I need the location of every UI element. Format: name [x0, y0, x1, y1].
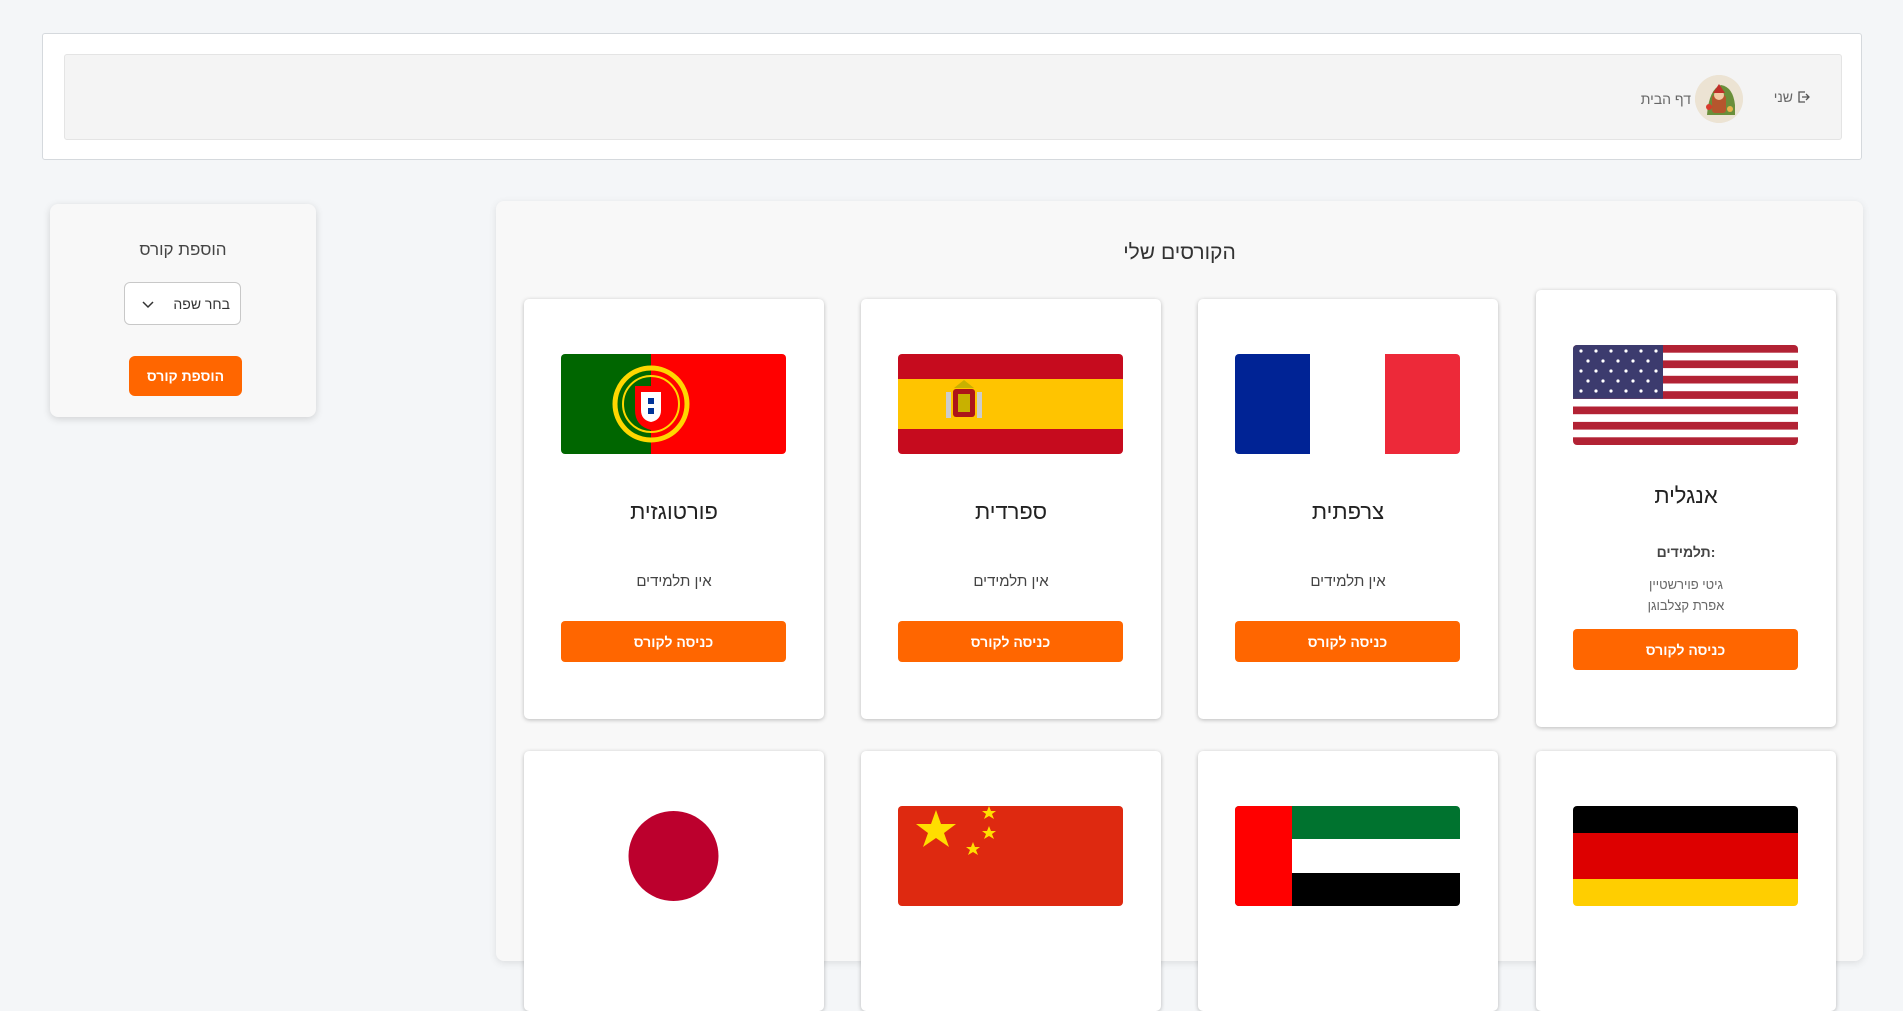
- course-card-spanish: ספרדית אין תלמידים כניסה לקורס: [861, 299, 1161, 719]
- course-card-french: צרפתית אין תלמידים כניסה לקורס: [1198, 299, 1498, 719]
- add-course-title: הוספת קורס: [139, 240, 227, 259]
- navbar-inner: שני דף הבית: [64, 54, 1842, 140]
- course-name: צרפתית: [1311, 499, 1385, 524]
- course-card-uae: [1198, 751, 1498, 1011]
- course-card-japan: [524, 751, 824, 1011]
- add-course-button[interactable]: הוספת קורס: [129, 356, 242, 396]
- student-name: גיטי פוירשטיין: [1648, 577, 1724, 592]
- no-students-text: אין תלמידים: [973, 573, 1049, 590]
- germany-flag-icon: [1573, 806, 1798, 906]
- china-flag-icon: [898, 806, 1123, 906]
- logout-label: שני: [1773, 89, 1793, 105]
- course-card-portuguese: פורטוגזית אין תלמידים כניסה לקורס: [524, 299, 824, 719]
- my-courses-panel: הקורסים שלי אנגלית תלמידים: גיטי פוירשטי…: [496, 201, 1863, 1011]
- student-name: אפרת קצלבוגן: [1647, 598, 1725, 613]
- france-flag-icon: [1235, 354, 1460, 454]
- logout-link[interactable]: שני: [1774, 89, 1811, 105]
- language-select-value: בחר שפה: [173, 295, 230, 312]
- course-card-english: אנגלית תלמידים: גיטי פוירשטיין אפרת קצלב…: [1536, 290, 1836, 727]
- logout-icon: [1798, 91, 1810, 103]
- enter-course-button[interactable]: כניסה לקורס: [898, 621, 1123, 662]
- course-card-china: [861, 751, 1161, 1011]
- spain-flag-icon: [898, 354, 1123, 454]
- portugal-flag-icon: [561, 354, 786, 454]
- uae-flag-icon: [1235, 806, 1460, 906]
- language-select[interactable]: בחר שפה: [124, 282, 241, 325]
- chevron-down-icon: [142, 300, 154, 308]
- course-name: אנגלית: [1654, 483, 1718, 508]
- enter-course-button[interactable]: כניסה לקורס: [561, 621, 786, 662]
- students-label: תלמידים:: [1656, 544, 1716, 560]
- home-label: דף הבית: [1640, 91, 1691, 107]
- courses-title: הקורסים שלי: [1123, 241, 1236, 264]
- course-name: פורטוגזית: [630, 499, 718, 524]
- enter-course-button[interactable]: כניסה לקורס: [1235, 621, 1460, 662]
- course-name: ספרדית: [974, 499, 1048, 524]
- enter-course-button[interactable]: כניסה לקורס: [1573, 629, 1798, 670]
- add-course-panel: הוספת קורס בחר שפה הוספת קורס: [50, 204, 316, 417]
- japan-flag-icon: [561, 806, 786, 906]
- usa-flag-icon: [1573, 345, 1798, 445]
- no-students-text: אין תלמידים: [636, 573, 712, 590]
- top-navbar: שני דף הבית: [42, 33, 1862, 160]
- avatar: [1695, 75, 1743, 123]
- course-card-germany: [1536, 751, 1836, 1011]
- no-students-text: אין תלמידים: [1310, 573, 1386, 590]
- home-link[interactable]: דף הבית: [1641, 75, 1743, 123]
